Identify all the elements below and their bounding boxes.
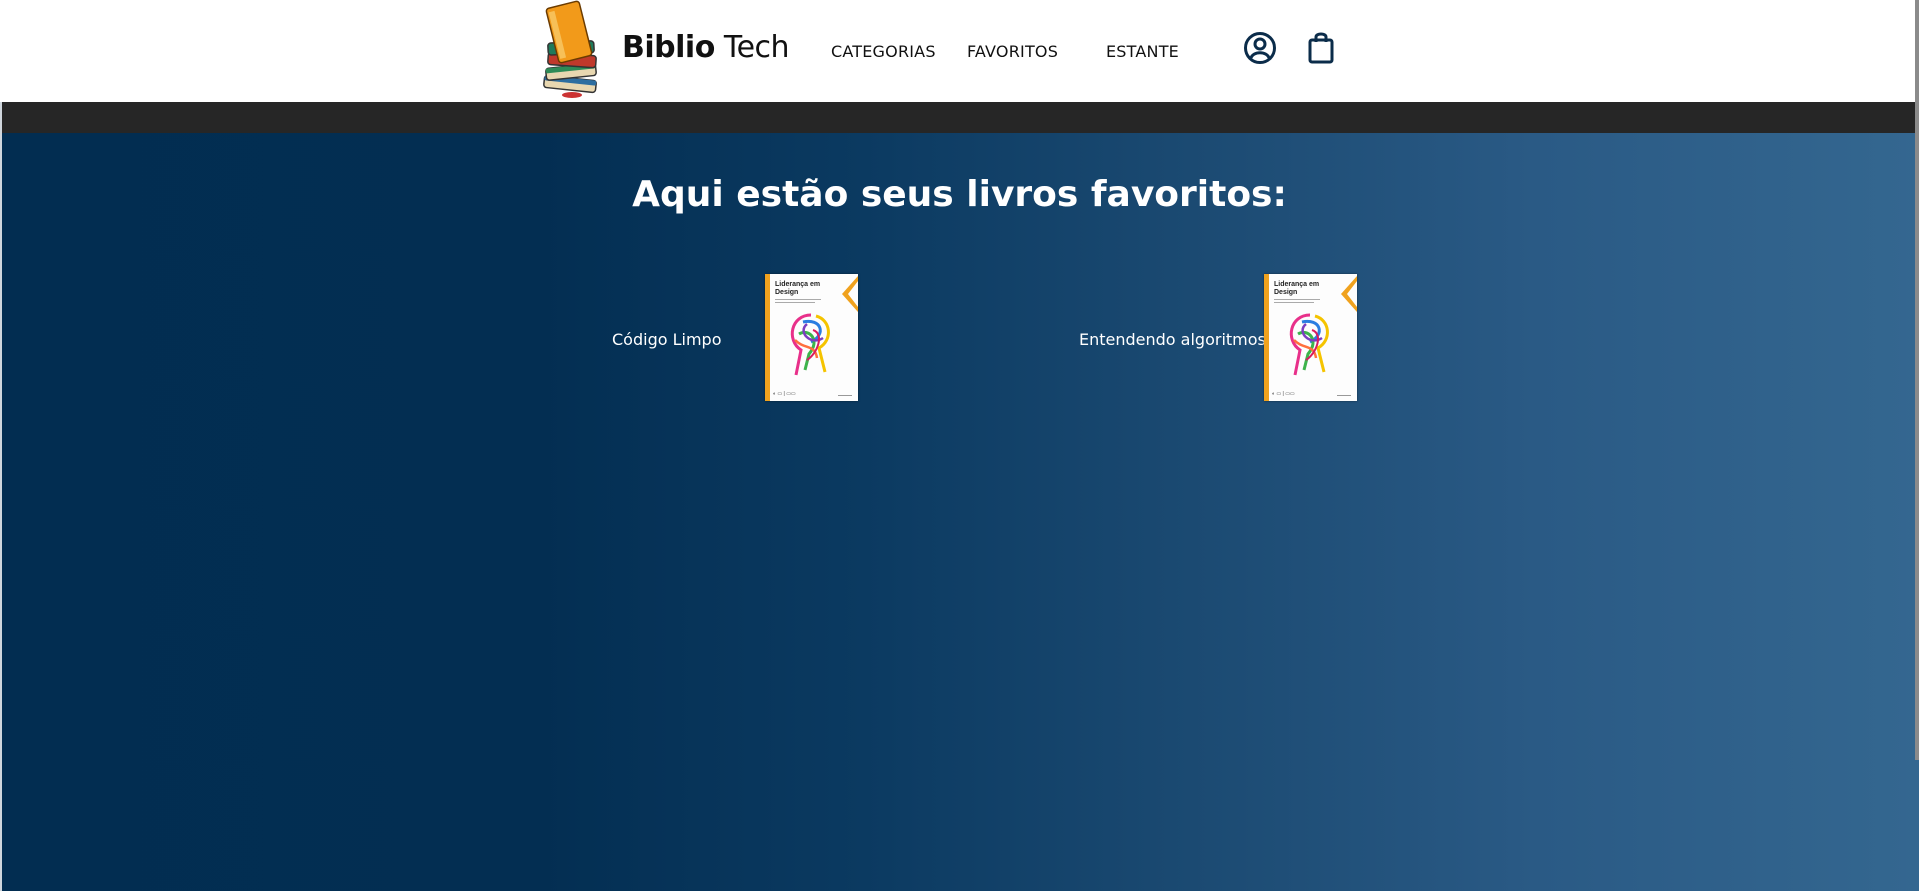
cover-author-line	[838, 395, 852, 396]
favorite-book-title[interactable]: Entendendo algoritmos	[1079, 330, 1266, 349]
cover-corner-inner	[848, 281, 858, 307]
favorite-book-cover[interactable]: Liderança em Design ◐ ▭ | ▭▭	[1264, 274, 1357, 401]
cover-subtitle-lines	[1274, 299, 1324, 307]
cover-publisher-logo: ◐ ▭ | ▭▭	[773, 391, 796, 397]
nav-favoritos[interactable]: FAVORITOS	[967, 42, 1058, 61]
user-circle-icon[interactable]	[1243, 31, 1277, 65]
favorite-book-cover[interactable]: Liderança em Design ◐ ▭ | ▭▭	[765, 274, 858, 401]
cover-artwork	[790, 313, 830, 376]
site-header: Biblio Tech CATEGORIAS FAVORITOS ESTANTE	[0, 0, 1919, 102]
cover-author-line	[1337, 395, 1351, 396]
cover-spine	[1264, 274, 1269, 401]
cover-spine	[765, 274, 770, 401]
cover-title: Liderança em Design	[1274, 281, 1320, 296]
cover-subtitle-lines	[775, 299, 825, 307]
scrollbar[interactable]	[1915, 0, 1919, 760]
cover-publisher-logo: ◐ ▭ | ▭▭	[1272, 391, 1295, 397]
shopping-bag-icon[interactable]	[1307, 30, 1335, 65]
brand-bold: Biblio	[622, 30, 715, 65]
brand-rest: Tech	[714, 30, 790, 65]
cover-title: Liderança em Design	[775, 281, 821, 296]
favorites-section	[2, 133, 1919, 891]
nav-estante[interactable]: ESTANTE	[1106, 42, 1179, 61]
dark-divider-strip	[2, 102, 1919, 133]
books-logo-icon[interactable]	[540, 0, 602, 100]
brand-name[interactable]: Biblio Tech	[622, 30, 790, 65]
nav-categorias[interactable]: CATEGORIAS	[831, 42, 936, 61]
cover-corner-inner	[1347, 281, 1357, 307]
cover-artwork	[1289, 313, 1329, 376]
favorite-book-title[interactable]: Código Limpo	[612, 330, 721, 349]
page-heading: Aqui estão seus livros favoritos:	[632, 174, 1287, 215]
